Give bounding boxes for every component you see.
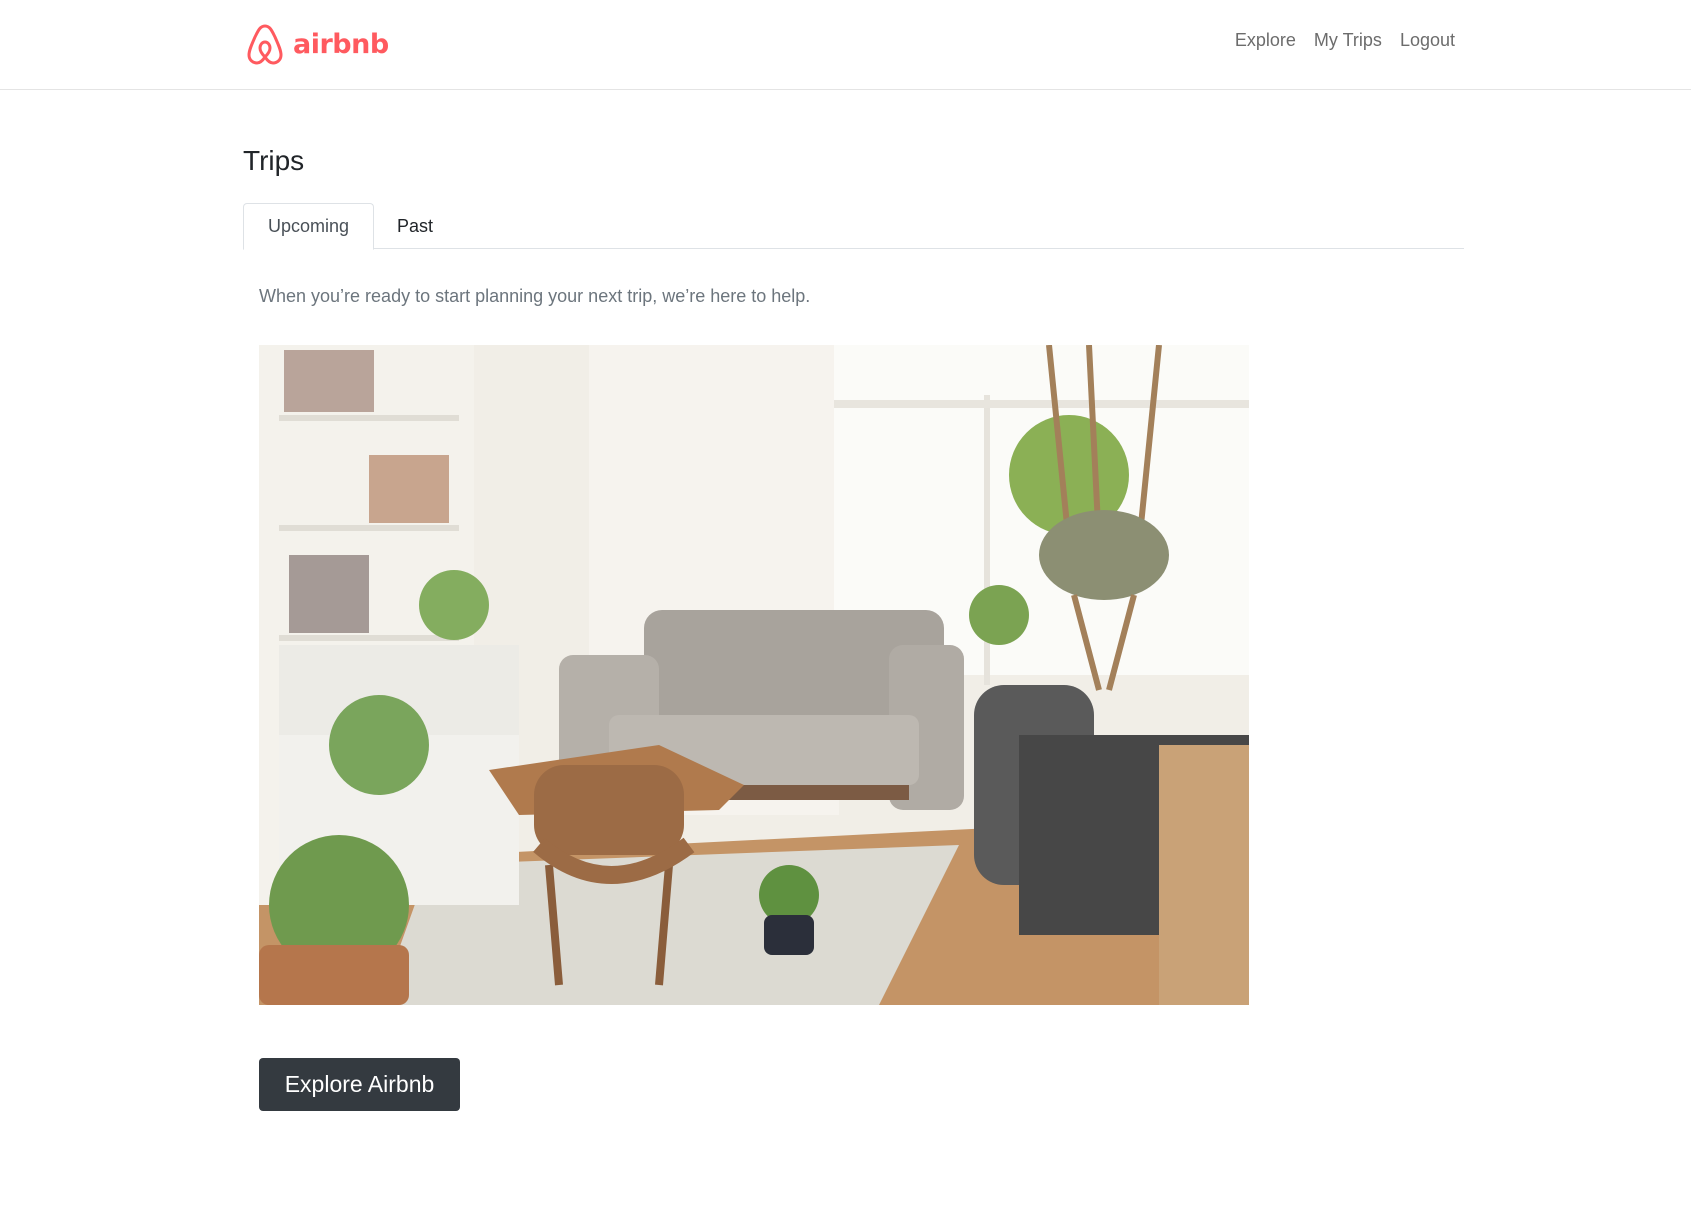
page-title: Trips	[243, 145, 305, 176]
top-navbar: airbnb Explore My Trips Logout	[0, 0, 1691, 90]
living-room-illustration	[259, 345, 1249, 1005]
nav-links: Explore My Trips Logout	[1235, 30, 1455, 51]
explore-airbnb-button[interactable]: Explore Airbnb	[259, 1058, 460, 1111]
tab-upcoming[interactable]: Upcoming	[243, 203, 374, 250]
airbnb-belo-icon	[247, 24, 283, 65]
nav-link-explore[interactable]: Explore	[1235, 30, 1296, 51]
trip-tabs: Upcoming Past	[243, 203, 1464, 250]
airbnb-logo[interactable]: airbnb	[245, 22, 389, 66]
tab-past[interactable]: Past	[374, 203, 456, 249]
brand-name: airbnb	[293, 28, 389, 60]
nav-link-logout[interactable]: Logout	[1400, 30, 1455, 51]
nav-link-my-trips[interactable]: My Trips	[1314, 30, 1382, 51]
empty-trips-message: When you’re ready to start planning your…	[259, 286, 811, 306]
